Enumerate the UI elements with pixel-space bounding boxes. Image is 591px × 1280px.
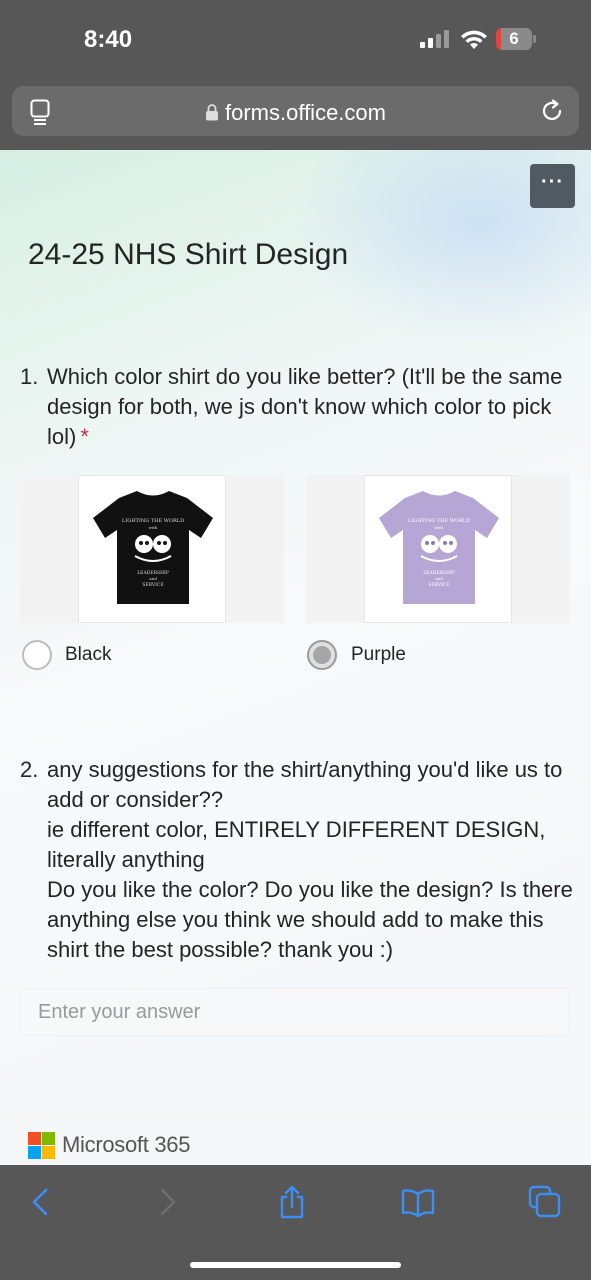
bookmarks-icon[interactable] [401, 1185, 435, 1219]
svg-text:SERVICE: SERVICE [428, 582, 449, 588]
option-image-black[interactable]: LIGHTING THE WORLD with LEADERSHIP and S… [20, 475, 284, 623]
share-icon[interactable] [277, 1185, 307, 1219]
question-number: 1. [20, 364, 39, 389]
microsoft-logo-icon [28, 1132, 55, 1159]
battery-icon: 6 [496, 28, 536, 50]
svg-text:with: with [435, 525, 444, 530]
radio-black[interactable] [22, 640, 52, 670]
required-marker: * [80, 424, 89, 449]
home-indicator[interactable] [190, 1262, 401, 1268]
svg-text:and: and [435, 576, 443, 581]
more-options-button[interactable]: ··· [530, 164, 575, 208]
reload-icon[interactable] [539, 98, 565, 124]
clock: 8:40 [84, 26, 133, 53]
url-display[interactable]: forms.office.com [12, 100, 579, 126]
svg-text:LIGHTING THE WORLD: LIGHTING THE WORLD [408, 518, 470, 524]
svg-text:and: and [149, 576, 157, 581]
brand-name: Microsoft 365 [62, 1132, 191, 1157]
browser-toolbar [0, 1165, 591, 1280]
battery-level: 6 [509, 29, 519, 48]
answer-input[interactable] [20, 988, 570, 1036]
url-text: forms.office.com [225, 100, 386, 125]
question-number: 2. [20, 757, 39, 782]
wifi-icon [461, 30, 487, 49]
option-label-black[interactable]: Black [65, 644, 111, 666]
back-icon[interactable] [26, 1185, 56, 1219]
form-page: ··· 24-25 NHS Shirt Design 1. Which colo… [0, 150, 591, 1165]
question-text-line: Do you like the color? Do you like the d… [47, 877, 573, 962]
option-image-purple[interactable]: LIGHTING THE WORLD with LEADERSHIP and S… [306, 475, 570, 623]
radio-purple[interactable] [307, 640, 337, 670]
question-text-line: ie different color, ENTIRELY DIFFERENT D… [47, 817, 546, 872]
svg-text:with: with [149, 525, 158, 530]
question-2: 2. any suggestions for the shirt/anythin… [20, 755, 580, 965]
status-bar: 8:40 6 [0, 0, 591, 80]
lock-icon [206, 104, 218, 121]
question-text-line: any suggestions for the shirt/anything y… [47, 757, 563, 812]
option-label-purple[interactable]: Purple [351, 644, 406, 666]
svg-text:SERVICE: SERVICE [142, 582, 163, 588]
address-bar[interactable]: forms.office.com [12, 86, 579, 136]
question-1: 1. Which color shirt do you like better?… [20, 362, 575, 452]
question-text: Which color shirt do you like better? (I… [47, 364, 563, 449]
cellular-signal-icon [420, 30, 449, 48]
svg-text:LIGHTING THE WORLD: LIGHTING THE WORLD [122, 518, 184, 524]
forward-icon[interactable] [152, 1185, 182, 1219]
tabs-overview-icon[interactable] [528, 1185, 562, 1219]
purple-shirt-image: LIGHTING THE WORLD with LEADERSHIP and S… [379, 491, 499, 604]
form-title: 24-25 NHS Shirt Design [28, 238, 349, 271]
black-shirt-image: LIGHTING THE WORLD with LEADERSHIP and S… [93, 491, 213, 604]
